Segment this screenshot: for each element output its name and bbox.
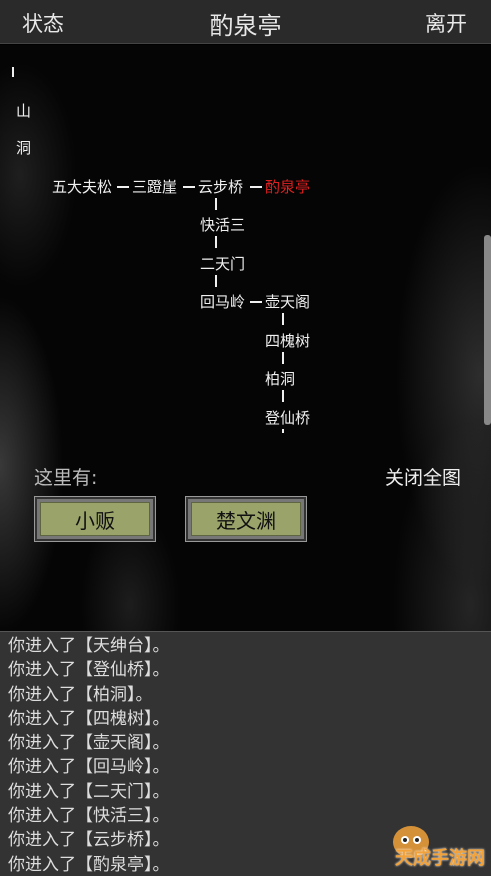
log-line: 你进入了【二天门】。 <box>8 781 170 802</box>
location-title: 酌泉亭 <box>209 12 282 40</box>
map-node-baidong[interactable]: 柏洞 <box>265 370 295 388</box>
map-node-yunbuqiao[interactable]: 云步桥 <box>198 178 243 196</box>
map-node-wudafusong[interactable]: 五大夫松 <box>52 178 112 196</box>
map-connector <box>215 275 217 287</box>
map-node-kuaihuosan[interactable]: 快活三 <box>200 216 245 234</box>
map-node-partial-1[interactable]: 山 <box>16 102 31 120</box>
map-connector <box>282 390 284 402</box>
npc-label: 楚文渊 <box>191 502 301 536</box>
log-line: 你进入了【回马岭】。 <box>8 757 170 778</box>
map-node-current[interactable]: 酌泉亭 <box>265 178 310 196</box>
map-connector <box>12 67 14 77</box>
map-node-hutiange[interactable]: 壶天阁 <box>265 293 310 311</box>
log-line: 你进入了【柏洞】。 <box>8 684 153 705</box>
watermark-logo: 天成手游网 <box>389 814 489 874</box>
log-line: 你进入了【四槐树】。 <box>8 708 170 729</box>
map-node-ertianmen[interactable]: 二天门 <box>200 255 245 273</box>
map-node-sandengya[interactable]: 三蹬崖 <box>132 178 177 196</box>
map-node-dengxianqiao[interactable]: 登仙桥 <box>265 409 310 427</box>
map-node-partial-2[interactable]: 洞 <box>16 139 31 157</box>
map-connector <box>117 186 129 188</box>
map-connector <box>250 301 262 303</box>
npc-button-vendor[interactable]: 小贩 <box>35 497 155 541</box>
top-bar: 状态 酌泉亭 离开 <box>0 0 491 44</box>
map-connector <box>282 352 284 364</box>
log-line: 你进入了【天绅台】。 <box>8 636 170 656</box>
world-map[interactable]: 山 洞 五大夫松 三蹬崖 云步桥 酌泉亭 快活三 二天门 回马岭 壶天阁 四槐树… <box>0 45 491 631</box>
log-line: 你进入了【壶天阁】。 <box>8 733 170 754</box>
npc-label: 小贩 <box>40 502 150 536</box>
map-connector <box>183 186 195 188</box>
map-node-huimaling[interactable]: 回马岭 <box>200 293 245 311</box>
here-label: 这里有: <box>34 467 98 489</box>
log-line: 你进入了【登仙桥】。 <box>8 660 170 681</box>
map-scrollbar[interactable] <box>484 235 491 425</box>
map-connector <box>282 429 284 433</box>
close-map-button[interactable]: 关闭全图 <box>385 463 461 490</box>
map-connector <box>215 198 217 210</box>
watermark-text: 天成手游网 <box>395 848 485 869</box>
map-node-sihuaishu[interactable]: 四槐树 <box>265 332 310 350</box>
leave-button[interactable]: 离开 <box>425 8 467 38</box>
map-connector <box>250 186 262 188</box>
npc-button-chuwenyuan[interactable]: 楚文渊 <box>186 497 306 541</box>
map-connector <box>282 313 284 325</box>
map-connector <box>215 236 217 248</box>
